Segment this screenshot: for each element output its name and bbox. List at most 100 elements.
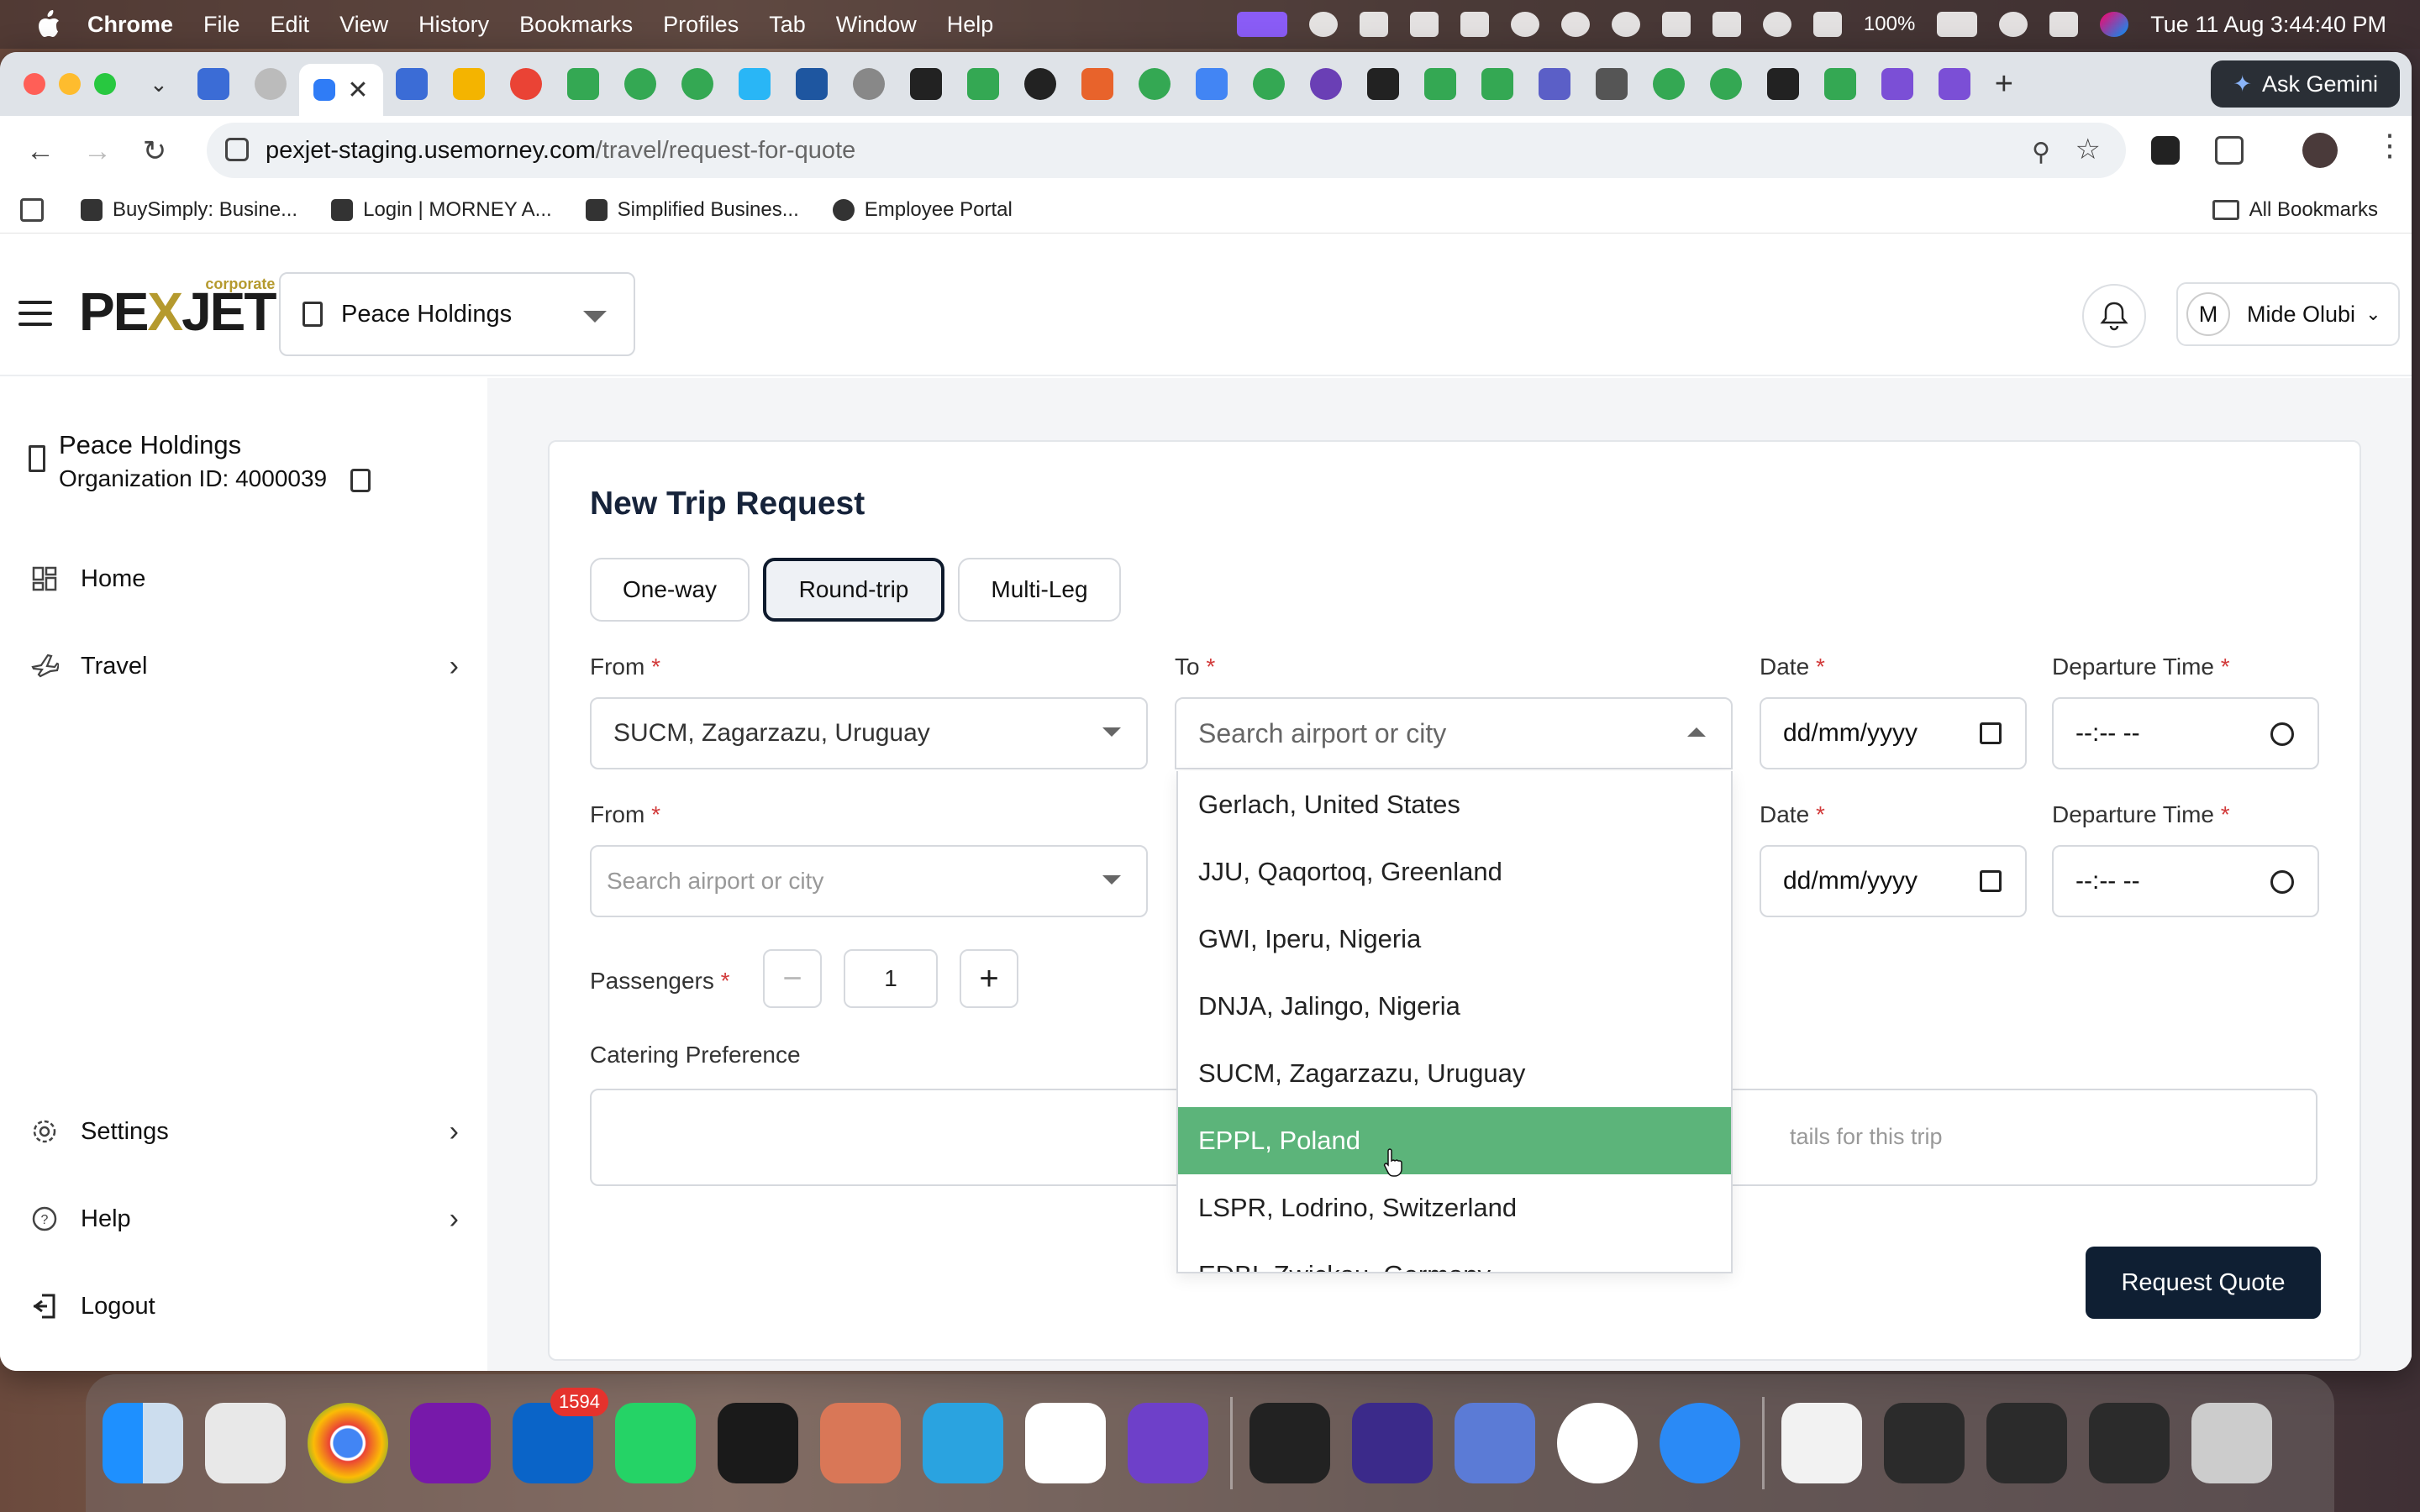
tab-favicon[interactable] [1652,68,1685,100]
tab-multi-leg[interactable]: Multi-Leg [958,558,1121,622]
chrome-app-icon[interactable] [308,1403,388,1483]
clock-icon[interactable] [2270,870,2294,894]
safari-app-icon[interactable] [1660,1403,1740,1483]
passengers-count[interactable]: 1 [844,949,938,1008]
tab-favicon[interactable] [909,68,942,100]
dropdown-option[interactable]: DNJA, Jalingo, Nigeria [1178,973,1731,1040]
clock-icon[interactable] [2270,722,2294,746]
recent-document-thumbnail[interactable] [1781,1403,1862,1483]
tab-favicon[interactable] [197,68,229,100]
menu-profiles[interactable]: Profiles [663,12,739,38]
extensions-puzzle-icon[interactable] [2215,136,2244,165]
tab-round-trip[interactable]: Round-trip [763,558,944,622]
user-menu-button[interactable]: M Mide Olubi ⌄ [2176,282,2400,346]
tab-one-way[interactable]: One-way [590,558,750,622]
pexjet-logo[interactable]: PEXJET corporate [79,276,276,343]
return-date-input[interactable]: dd/mm/yyyy [1760,845,2027,917]
terminal-app-icon[interactable] [1249,1403,1330,1483]
airdrop-icon[interactable] [1762,12,1791,37]
clock-app-icon[interactable] [1557,1403,1638,1483]
password-key-icon[interactable]: ⚲ [2032,138,2050,167]
menu-history[interactable]: History [418,12,489,38]
return-from-select[interactable]: Search airport or city [590,845,1148,917]
bookmark-star-icon[interactable]: ☆ [2075,133,2101,166]
menu-file[interactable]: File [203,12,240,38]
dropdown-option-highlighted[interactable]: EPPL, Poland [1178,1107,1731,1174]
calendar-icon[interactable] [1980,870,2002,892]
passengers-decrement-button[interactable]: − [763,949,822,1008]
tab-favicon[interactable] [395,68,428,100]
close-tab-icon[interactable]: ✕ [347,76,368,105]
menu-view[interactable]: View [339,12,388,38]
tab-favicon[interactable] [1766,68,1799,100]
dropdown-option[interactable]: LSPR, Lodrino, Switzerland [1178,1174,1731,1242]
wifi-icon[interactable] [1812,12,1842,37]
organization-selector[interactable]: Peace Holdings [279,272,635,356]
preview-app-icon[interactable] [1455,1403,1535,1483]
tab-search-chevron-icon[interactable]: ⌄ [150,71,168,97]
zoom-window-button[interactable] [94,73,116,95]
spotlight-search-icon[interactable] [1999,12,2028,37]
ask-gemini-button[interactable]: ✦ Ask Gemini [2211,60,2400,108]
github-desktop-app-icon[interactable] [1128,1403,1208,1483]
onenote-app-icon[interactable] [410,1403,491,1483]
tab-favicon[interactable] [566,68,599,100]
menu-app-name[interactable]: Chrome [87,12,173,38]
menu-window[interactable]: Window [836,12,917,38]
minimized-window-thumbnail[interactable] [2089,1403,2170,1483]
siri-icon[interactable] [2100,12,2129,37]
tab-favicon[interactable] [1595,68,1628,100]
menu-bookmarks[interactable]: Bookmarks [519,12,633,38]
dropdown-option[interactable]: JJU, Qaqortoq, Greenland [1178,838,1731,906]
claude-app-icon[interactable] [820,1403,901,1483]
telegram-app-icon[interactable] [923,1403,1003,1483]
trash-icon[interactable] [2191,1403,2272,1483]
outlook-app-icon[interactable]: 1594 [513,1388,608,1483]
screenshot-icon[interactable] [1460,12,1489,37]
tab-favicon[interactable] [1081,68,1113,100]
menu-hamburger-icon[interactable] [18,301,52,326]
tab-favicon[interactable] [1938,68,1970,100]
claude-icon[interactable] [1308,12,1338,37]
minimized-window-thumbnail[interactable] [1986,1403,2067,1483]
keyboard-icon[interactable] [1661,12,1691,37]
menu-edit[interactable]: Edit [271,12,310,38]
menubar-clock[interactable]: Tue 11 Aug 3:44:40 PM [2150,12,2386,38]
tab-favicon[interactable] [966,68,999,100]
tab-favicon[interactable] [1023,68,1056,100]
tab-favicon[interactable] [738,68,771,100]
bookmark-buysimply[interactable]: BuySimply: Busine... [81,198,297,222]
active-tab[interactable]: ✕ [298,64,383,116]
tab-favicon[interactable] [1881,68,1913,100]
sidebar-item-settings[interactable]: Settings › [30,1116,459,1147]
date-input[interactable]: dd/mm/yyyy [1760,697,2027,769]
tab-favicon[interactable] [1481,68,1513,100]
launchpad-app-icon[interactable] [205,1403,286,1483]
tab-favicon[interactable] [623,68,656,100]
menu-help[interactable]: Help [947,12,994,38]
minimized-window-thumbnail[interactable] [1884,1403,1965,1483]
bookmark-morney-login[interactable]: Login | MORNEY A... [331,198,552,222]
sidebar-item-travel[interactable]: Travel › [30,650,459,682]
profile-avatar[interactable] [2302,133,2338,168]
site-info-icon[interactable] [225,138,249,161]
from-select[interactable]: SUCM, Zagarzazu, Uruguay [590,697,1148,769]
screen-share-icon[interactable] [1236,12,1287,37]
minimize-window-button[interactable] [59,73,81,95]
sidebar-item-home[interactable]: Home [30,564,459,593]
control-center-icon[interactable] [2049,12,2079,37]
record-icon[interactable] [1510,12,1539,37]
close-window-button[interactable] [24,73,45,95]
tab-favicon[interactable] [1538,68,1570,100]
tab-favicon[interactable] [795,68,828,100]
dropdown-option[interactable]: Gerlach, United States [1178,771,1731,838]
sidebar-item-logout[interactable]: Logout [30,1292,459,1320]
chatgpt-app-icon[interactable] [1025,1403,1106,1483]
dropdown-option[interactable]: GWI, Iperu, Nigeria [1178,906,1731,973]
passengers-increment-button[interactable]: + [960,949,1018,1008]
tab-favicon[interactable] [1252,68,1285,100]
arc-app-icon[interactable] [718,1403,798,1483]
tab-favicon[interactable] [852,68,885,100]
tab-favicon[interactable] [452,68,485,100]
play-icon[interactable] [1560,12,1590,37]
